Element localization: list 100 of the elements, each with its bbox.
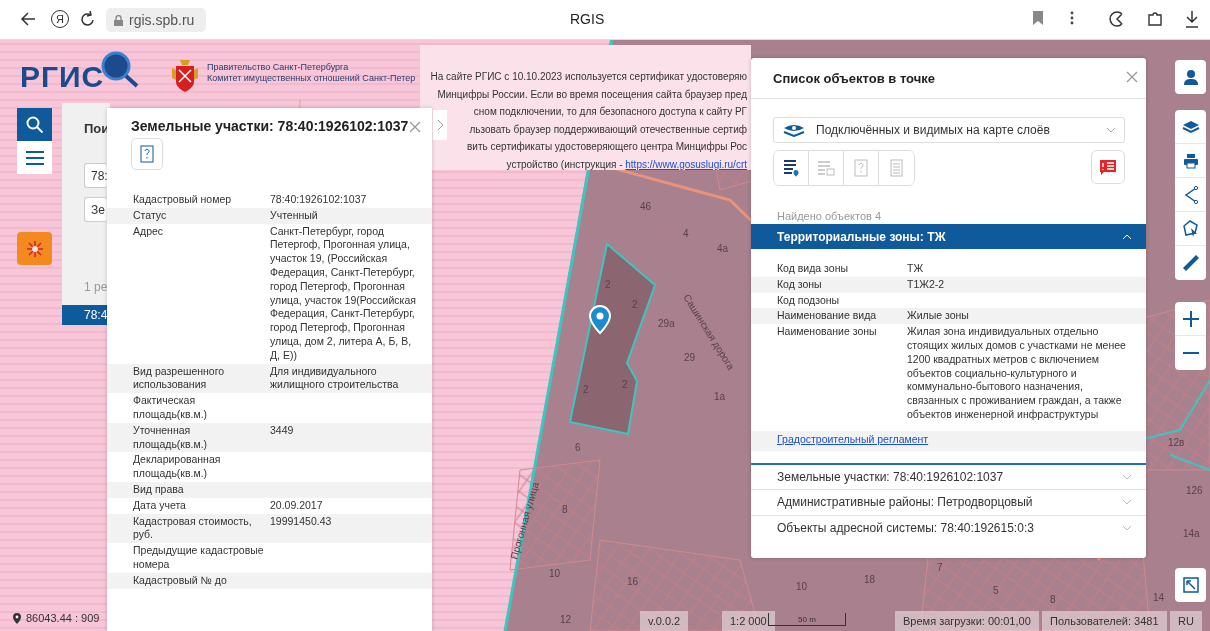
field-label: Код подзоны: [777, 293, 841, 308]
field-label: Уточненная площадь(кв.м.): [133, 423, 209, 452]
share-icon: [1182, 185, 1199, 204]
question-frame-icon: [140, 145, 154, 163]
search-button[interactable]: [17, 108, 52, 141]
location-pin-icon: [589, 305, 611, 334]
field-value: 19991450.43: [270, 514, 333, 529]
chevron-right-icon: [436, 119, 444, 131]
printer-icon: [1182, 152, 1199, 169]
expand-arrow-icon: [1182, 577, 1199, 593]
expand-button[interactable]: [433, 110, 447, 140]
scale-text: 1:2 000: [722, 611, 775, 631]
panel-title: Список объектов в точке: [773, 71, 935, 86]
field-value: ТЖ: [907, 262, 925, 276]
house-number-label: 4а: [717, 243, 729, 254]
house-number-label: 12: [560, 614, 572, 625]
section-header[interactable]: Объекты адресной системы: 78:40:192615:0:3: [751, 514, 1146, 541]
field-value: Учтенный: [270, 208, 319, 223]
field-value: 20.09.2017: [270, 498, 324, 513]
coordinates-text: 86043.44 : 909: [26, 612, 100, 624]
minus-icon: [1182, 351, 1199, 355]
field-label: Декларированная площадь(кв.м.): [133, 453, 222, 481]
bookmark-icon[interactable]: [1032, 10, 1044, 26]
report-button[interactable]: [1091, 150, 1125, 184]
close-icon: [409, 121, 421, 133]
house-number-label: 8: [1050, 594, 1056, 605]
polygon-cursor-icon: [1181, 219, 1200, 238]
house-number-label: 18: [864, 574, 876, 585]
section-header[interactable]: Территориальные зоны: ТЖ: [751, 224, 1146, 249]
address-bar[interactable]: rgis.spb.ru: [106, 8, 206, 32]
document-icon: [890, 159, 903, 177]
government-name-text: Правительство Санкт-Петербурга: [207, 62, 350, 73]
plus-icon: [1182, 310, 1199, 327]
layer-select[interactable]: Зе: [84, 197, 107, 222]
close-button[interactable]: [1125, 71, 1139, 85]
chevron-down-icon: [1106, 127, 1116, 133]
coat-of-arms-icon: [170, 58, 200, 94]
house-number-label: 8: [562, 504, 568, 515]
field-value: Для индивидуального жилищного строительства: [270, 364, 400, 393]
house-number-label: 1а: [714, 391, 726, 402]
field-label: Фактическая площадь(кв.м.): [133, 394, 209, 422]
house-number-label: 29: [684, 352, 696, 363]
house-number-label: 14: [1153, 592, 1165, 603]
emblem-button[interactable]: [17, 232, 52, 265]
menu-icon: [25, 150, 44, 165]
found-count: Найдено объектов 4: [777, 210, 882, 222]
field-label: Наименование зоны: [777, 325, 878, 340]
field-label: Код зоны: [777, 277, 823, 292]
chevron-down-icon: [1122, 499, 1132, 506]
search-input[interactable]: 78:: [84, 163, 107, 188]
chevron-down-icon: [1122, 473, 1132, 480]
users-count-text: Пользователей: 3481: [1042, 611, 1167, 631]
reload-icon[interactable]: [80, 10, 96, 28]
field-label: Кадастровая стоимость, руб.: [133, 514, 253, 543]
chevron-up-icon: [1122, 233, 1132, 240]
house-number-label: 7: [937, 562, 943, 573]
scale-bar: 50 m: [768, 613, 846, 626]
layers-icon: [1181, 119, 1200, 134]
field-value: Санкт-Петербург, город Петергоф, Прогонная улица, участок 19, (Российская Федерация, Санкт-Петербург, город Петергоф, Прогонная улица, участок 19(Российская Федерация, Санкт-Петербург, город Петергоф, Прогонная улица, дом 2, литера А, Б, В, Д, Е)): [270, 224, 417, 363]
house-number-label: 16: [627, 576, 639, 587]
section-header[interactable]: Административные районы: Петродворцовый: [751, 488, 1146, 515]
field-label: Кадастровый № до: [133, 573, 228, 588]
layers-eye-icon: [782, 123, 806, 137]
house-number-label: 12в: [1168, 437, 1185, 448]
house-number-label: 126: [1186, 485, 1203, 496]
field-label: Вид разрешенного использования: [133, 364, 226, 393]
page-title: RGIS: [570, 11, 605, 27]
back-arrow-icon[interactable]: [20, 10, 36, 28]
view-mode-button[interactable]: [774, 151, 809, 185]
field-value: Т1Ж2-2: [907, 277, 946, 292]
load-time-text: Время загрузки: 00:01,00: [895, 611, 1039, 631]
list-box-icon: [817, 160, 835, 176]
government-name-text: Комитет имущественных отношений Санкт-Петер: [207, 73, 416, 84]
panel-title: Земельные участки: 78:40:1926102:1037: [131, 118, 409, 134]
ruler-icon: [1181, 254, 1200, 272]
results-count: 1 ре: [84, 280, 108, 294]
result-row[interactable]: 78:4: [62, 305, 110, 325]
location-pin-icon: [13, 612, 21, 624]
download-icon[interactable]: [1185, 10, 1199, 28]
section-header[interactable]: Земельные участки: 78:40:1926102:1037: [751, 462, 1146, 489]
house-number-label: 10: [549, 568, 561, 579]
certificate-notice: На сайте РГИС с 10.10.2023 используется сертификат удостоверяю Минцифры России. Если во время посещения сайта браузер пред сном подключении, то для безопасного доступа к сайту РГ льзовать браузер поддерживающий отечественные сертиф вить сертификаты удостоверяющего центра Минцифры Рос устройство (инструкция - https://www.gosuslugi.ru/crt: [420, 45, 751, 170]
house-number-label: 4: [683, 228, 689, 239]
field-value: 78:40:1926102:1037: [270, 193, 368, 207]
close-icon: [1126, 71, 1138, 83]
instruction-link[interactable]: https://www.gosuslugi.ru/crt: [625, 158, 747, 170]
close-button[interactable]: [408, 121, 422, 135]
logo-text: РГИС: [20, 60, 105, 94]
search-icon: [25, 115, 44, 134]
language-button[interactable]: RU: [1170, 611, 1202, 631]
house-number-label: 46: [640, 201, 652, 212]
question-frame-icon: [854, 159, 868, 177]
lock-icon: [114, 14, 123, 26]
more-menu-icon[interactable]: [1070, 10, 1074, 26]
list-pin-icon: [783, 159, 799, 177]
menu-button[interactable]: [17, 141, 52, 174]
layer-filter-dropdown[interactable]: Подключённых и видимых на карте слоёв: [773, 117, 1125, 143]
field-label: Наименование вида: [777, 309, 878, 324]
version-text: v.0.0.2: [640, 611, 689, 631]
chevron-down-icon: [1122, 525, 1132, 532]
